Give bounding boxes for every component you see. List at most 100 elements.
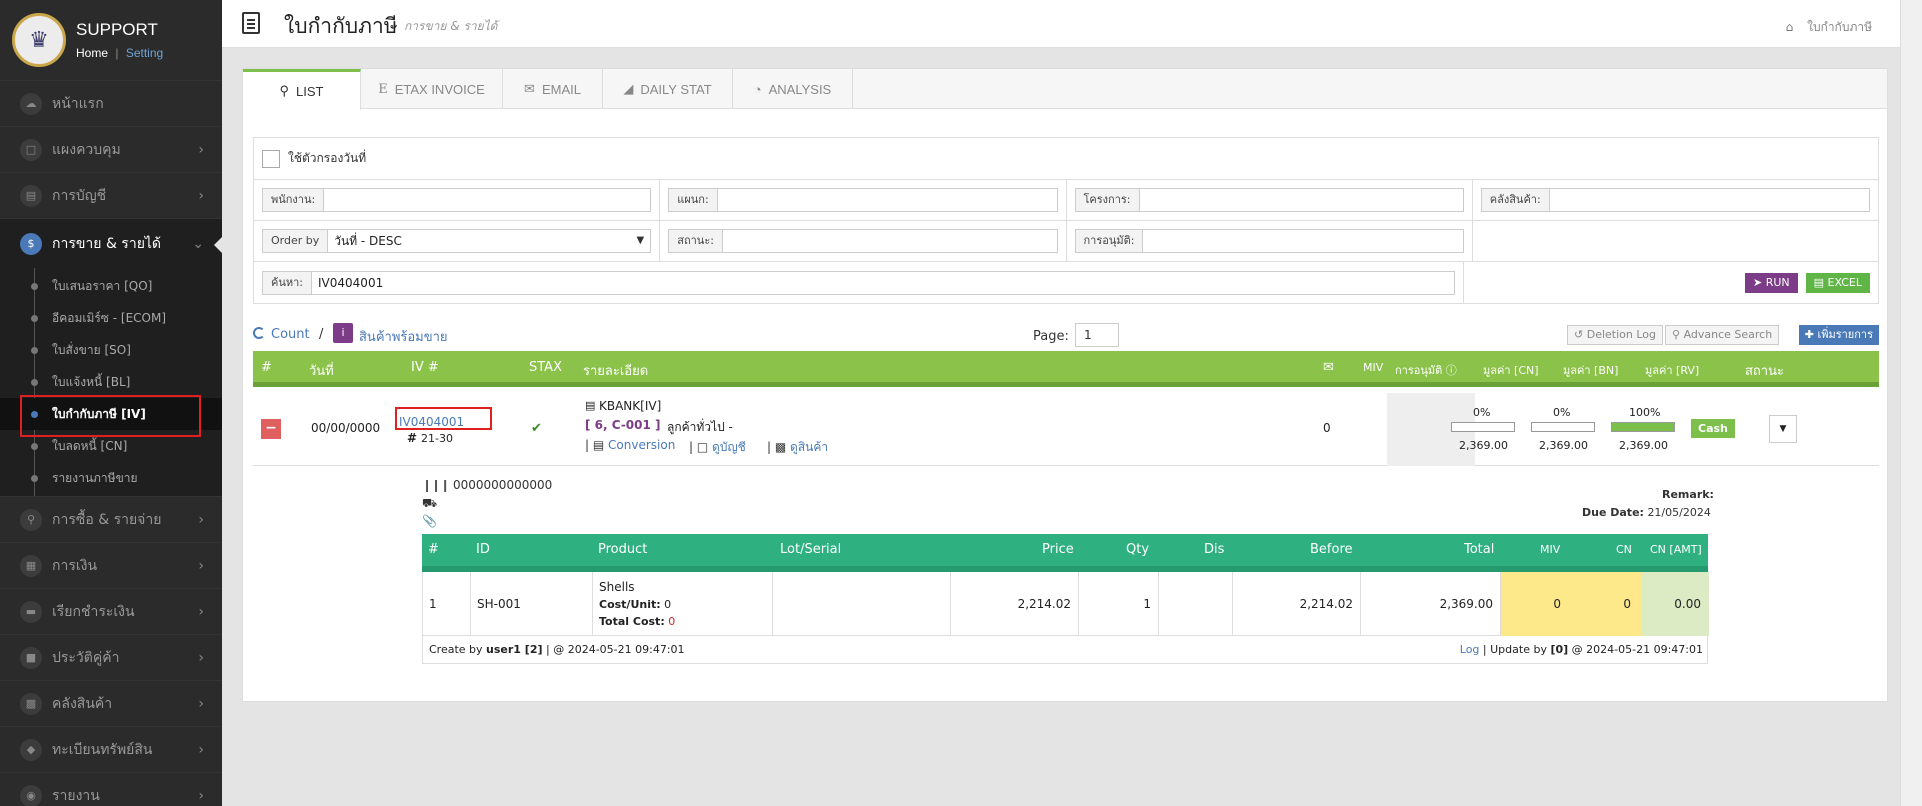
sidebar-item-home[interactable]: ☁ หน้าแรก xyxy=(0,80,222,126)
status-label: สถานะ: xyxy=(668,229,722,253)
setting-link[interactable]: Setting xyxy=(126,46,163,60)
view-product-link[interactable]: | ▩ ดูสินค้า xyxy=(767,438,828,457)
scrollbar[interactable] xyxy=(1900,0,1922,806)
sidebar-item-label: การบัญชี xyxy=(52,187,107,204)
orderby-select[interactable]: วันที่ - DESC ▼ xyxy=(327,229,652,253)
due-date-label: Due Date: xyxy=(1582,506,1644,519)
detail-total-cost: Total Cost: 0 xyxy=(599,615,675,628)
sidebar-item-dashboard[interactable]: □ แผงควบคุม › xyxy=(0,126,222,172)
paperclip-icon[interactable]: 📎 xyxy=(422,514,437,528)
col-date[interactable]: วันที่ xyxy=(309,360,334,381)
sidebar-item-label: การเงิน xyxy=(52,557,98,574)
search-input[interactable]: IV0404001 xyxy=(311,270,1456,295)
bullet-icon xyxy=(31,315,38,322)
bn-progress xyxy=(1531,422,1595,432)
run-button[interactable]: ➤ RUN xyxy=(1745,272,1798,293)
count-link[interactable]: Count xyxy=(253,327,310,342)
row-actions-dropdown[interactable]: ▼ xyxy=(1769,415,1797,443)
employee-input[interactable] xyxy=(323,188,652,212)
bullet-icon xyxy=(31,443,38,450)
document-icon xyxy=(242,12,260,34)
status-input[interactable] xyxy=(721,229,1058,253)
status-badge[interactable]: Cash xyxy=(1691,419,1735,438)
approval-input[interactable] xyxy=(1142,229,1464,253)
detail-num: 1 xyxy=(429,597,437,611)
company-logo: ♛ xyxy=(12,13,66,67)
truck-icon: ⛟ xyxy=(422,496,438,510)
tab-daily-stat[interactable]: ◢ DAILY STAT xyxy=(603,69,733,109)
add-item-button[interactable]: ✚ เพิ่มรายการ xyxy=(1798,325,1879,345)
envelope-icon[interactable]: ✉ xyxy=(1323,360,1334,375)
sidebar-item-asset-register[interactable]: ◆ ทะเบียนทรัพย์สิน › xyxy=(0,726,222,772)
breadcrumb: ⌂ ใบกำกับภาษี xyxy=(1786,18,1872,37)
submenu-item-label: อีคอมเมิร์ซ - [ECOM] xyxy=(52,310,167,325)
refresh-icon xyxy=(253,327,265,339)
home-link[interactable]: Home xyxy=(76,46,108,60)
tab-label: ETAX INVOICE xyxy=(394,81,485,97)
project-input[interactable] xyxy=(1138,188,1464,212)
date-filter-checkbox[interactable] xyxy=(262,149,280,168)
ready-stock-link[interactable]: สินค้าพร้อมขาย xyxy=(359,326,448,347)
barcode-icon: ❙❙❙ xyxy=(422,478,450,492)
tab-analysis[interactable]: ◔ ANALYSIS xyxy=(733,69,853,109)
excel-button[interactable]: ▤ EXCEL xyxy=(1805,272,1870,293)
highlight-box xyxy=(20,395,201,437)
sidebar-item-finance[interactable]: ▦ การเงิน › xyxy=(0,542,222,588)
collapse-button[interactable]: − xyxy=(261,419,281,439)
page-input[interactable]: 1 xyxy=(1075,323,1119,347)
warehouse-input[interactable] xyxy=(1548,188,1870,212)
sidebar-item-warehouse[interactable]: ▩ คลังสินค้า › xyxy=(0,680,222,726)
detail-col-id: ID xyxy=(476,542,490,557)
sidebar-item-billing-collect[interactable]: ▬ เรียกชำระเงิน › xyxy=(0,588,222,634)
submenu-item-sales-order[interactable]: ใบสั่งขาย [SO] xyxy=(0,334,222,366)
row-range: 21-30 xyxy=(421,432,453,445)
home-icon[interactable]: ⌂ xyxy=(1786,20,1794,34)
submenu-item-label: ใบแจ้งหนี้ [BL] xyxy=(52,374,131,389)
created-at: | @ 2024-05-21 09:47:01 xyxy=(546,643,685,656)
chevron-right-icon: › xyxy=(198,695,204,712)
add-item-label: เพิ่มรายการ xyxy=(1817,328,1873,341)
conversion-link[interactable]: | ▤ Conversion xyxy=(585,438,675,452)
sidebar-item-reports[interactable]: ◉ รายงาน › xyxy=(0,772,222,806)
conversion-label: Conversion xyxy=(608,438,676,452)
deletion-log-button[interactable]: ↺ Deletion Log xyxy=(1567,325,1663,345)
customer-code[interactable]: [ 6, C-001 ] xyxy=(585,418,661,432)
submenu-item-ecommerce[interactable]: อีคอมเมิร์ซ - [ECOM] xyxy=(0,302,222,334)
submenu-item-billing[interactable]: ใบแจ้งหนี้ [BL] xyxy=(0,366,222,398)
iv-highlight-box xyxy=(395,407,492,430)
count-label: Count xyxy=(271,327,310,342)
chevron-right-icon: › xyxy=(198,557,204,574)
advance-search-button[interactable]: ⚲ Advance Search xyxy=(1665,325,1780,345)
col-stax: STAX xyxy=(529,360,562,375)
view-product-label: ดูสินค้า xyxy=(790,440,829,454)
bullet-icon xyxy=(31,347,38,354)
sidebar-item-label: รายงาน xyxy=(52,787,100,804)
rv-percent: 100% xyxy=(1629,406,1661,419)
log-link[interactable]: Log xyxy=(1460,643,1480,656)
col-approval: การอนุมัติ ⓘ xyxy=(1395,361,1457,379)
tab-etax-invoice[interactable]: E ETAX INVOICE xyxy=(361,69,503,109)
tab-email[interactable]: ✉ EMAIL xyxy=(503,69,603,109)
tab-list[interactable]: ⚲ LIST xyxy=(243,69,361,110)
sidebar-item-sales-income[interactable]: $ การขาย & รายได้ ⌄ xyxy=(0,218,222,268)
submenu-item-sales-tax-report[interactable]: รายงานภาษีขาย xyxy=(0,462,222,494)
warehouse-label: คลังสินค้า: xyxy=(1480,188,1549,212)
bn-percent: 0% xyxy=(1553,406,1571,419)
sidebar-item-purchase[interactable]: ⚲ การซื้อ & รายจ่าย › xyxy=(0,496,222,542)
table-header: # วันที่ IV # STAX รายละเอียด ✉ MIV การอ… xyxy=(253,351,1879,387)
updated-at: @ 2024-05-21 09:47:01 xyxy=(1571,643,1703,656)
cn-progress xyxy=(1451,422,1515,432)
submenu-item-quotation[interactable]: ใบเสนอราคา [QO] xyxy=(0,270,222,302)
col-iv[interactable]: IV # xyxy=(411,360,439,375)
info-icon[interactable]: i xyxy=(333,323,353,343)
sidebar-item-label: เรียกชำระเงิน xyxy=(52,603,135,620)
department-input[interactable] xyxy=(716,188,1058,212)
sidebar-item-accounting[interactable]: ▤ การบัญชี › xyxy=(0,172,222,218)
detail-id: SH-001 xyxy=(477,597,521,611)
caret-down-icon: ▼ xyxy=(1779,424,1787,434)
sidebar-item-label: การขาย & รายได้ xyxy=(52,235,162,252)
run-label: RUN xyxy=(1765,275,1790,289)
breadcrumb-current[interactable]: ใบกำกับภาษี xyxy=(1807,20,1872,34)
sidebar-item-partner-history[interactable]: ■ ประวัติคู่ค้า › xyxy=(0,634,222,680)
view-account-link[interactable]: | □ ดูบัญชี xyxy=(689,438,746,457)
